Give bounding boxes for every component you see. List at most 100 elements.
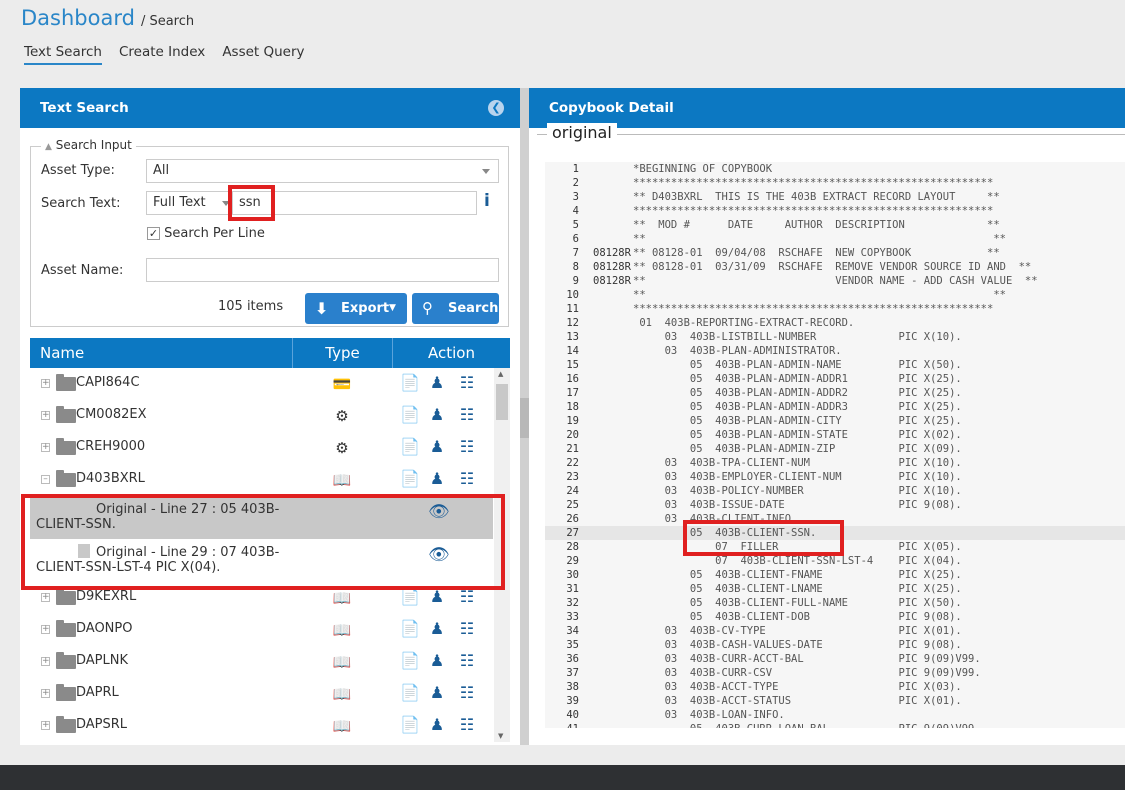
line-code: 05 403B-CLIENT-FULL-NAME PIC X(50). bbox=[633, 597, 962, 609]
expand-icon[interactable]: + bbox=[41, 411, 50, 420]
person-info-icon[interactable]: ♟ bbox=[428, 715, 446, 735]
document-icon[interactable]: 📄 bbox=[400, 651, 420, 671]
search-button[interactable]: ⚲ Search bbox=[412, 293, 499, 324]
document-icon[interactable]: 📄 bbox=[400, 437, 420, 457]
line-code: 03 403B-ISSUE-DATE PIC 9(08). bbox=[633, 499, 962, 511]
expand-icon[interactable]: + bbox=[41, 593, 50, 602]
person-info-icon[interactable]: ♟ bbox=[428, 469, 446, 489]
tab-text-search[interactable]: Text Search bbox=[24, 44, 102, 65]
code-line: 15 05 403B-PLAN-ADMIN-NAME PIC X(50). bbox=[545, 358, 1125, 372]
hierarchy-icon[interactable]: ☷ bbox=[458, 587, 476, 607]
table-row[interactable]: + DAPLNK 📖 📄 ♟ ☷ bbox=[30, 646, 493, 678]
hierarchy-icon[interactable]: ☷ bbox=[458, 405, 476, 425]
panel-title: Copybook Detail bbox=[529, 88, 1125, 128]
gear-icon: ⚙ bbox=[335, 407, 349, 425]
code-viewer[interactable]: 1 *BEGINNING OF COPYBOOK 2 ****************… bbox=[545, 162, 1125, 728]
line-code: 07 403B-CLIENT-SSN-LST-4 PIC X(04). bbox=[633, 555, 962, 567]
line-code: 05 403B-PLAN-ADMIN-ZIP PIC X(09). bbox=[633, 443, 962, 455]
splitter-handle[interactable] bbox=[520, 398, 529, 438]
search-icon: ⚲ bbox=[422, 299, 433, 317]
code-line: 34 03 403B-CV-TYPE PIC X(01). bbox=[545, 624, 1125, 638]
code-line: 9 08128R ** VENDOR NAME - ADD CASH VALUE *… bbox=[545, 274, 1125, 288]
collapse-icon[interactable]: – bbox=[41, 475, 50, 484]
code-line: 29 07 403B-CLIENT-SSN-LST-4 PIC X(04). bbox=[545, 554, 1125, 568]
hierarchy-icon[interactable]: ☷ bbox=[458, 715, 476, 735]
document-icon[interactable]: 📄 bbox=[400, 405, 420, 425]
hierarchy-icon[interactable]: ☷ bbox=[458, 373, 476, 393]
person-info-icon[interactable]: ♟ bbox=[428, 619, 446, 639]
id-card-icon: 💳 bbox=[332, 375, 352, 393]
person-info-icon[interactable]: ♟ bbox=[428, 373, 446, 393]
row-name: D9KEXRL bbox=[76, 589, 137, 604]
person-info-icon[interactable]: ♟ bbox=[428, 437, 446, 457]
person-info-icon[interactable]: ♟ bbox=[428, 405, 446, 425]
column-type-header[interactable]: Type bbox=[293, 338, 393, 368]
expand-icon[interactable]: + bbox=[41, 657, 50, 666]
document-icon[interactable]: 📄 bbox=[400, 469, 420, 489]
table-row[interactable]: + CAPI864C 💳 📄 ♟ ☷ bbox=[30, 368, 493, 400]
row-name: DAONPO bbox=[76, 621, 133, 636]
line-code: 01 403B-REPORTING-EXTRACT-RECORD. bbox=[633, 317, 855, 329]
table-row[interactable]: + DAONPO 📖 📄 ♟ ☷ bbox=[30, 614, 493, 646]
scroll-up-icon[interactable]: ▲ bbox=[498, 370, 503, 378]
book-icon: 📖 bbox=[332, 717, 352, 735]
line-code: ** 08128-01 03/31/09 RSCHAFE REMOVE VEND… bbox=[633, 261, 1032, 273]
expand-icon[interactable]: + bbox=[41, 443, 50, 452]
book-icon: 📖 bbox=[332, 589, 352, 607]
tab-create-index[interactable]: Create Index bbox=[119, 44, 205, 65]
person-info-icon[interactable]: ♟ bbox=[428, 651, 446, 671]
table-row[interactable]: + CREH9000 ⚙ 📄 ♟ ☷ bbox=[30, 432, 493, 464]
expand-icon[interactable]: + bbox=[41, 689, 50, 698]
table-row[interactable]: + DAPRL 📖 📄 ♟ ☷ bbox=[30, 678, 493, 710]
line-number: 23 bbox=[566, 471, 579, 483]
line-code: 03 403B-LISTBILL-NUMBER PIC X(10). bbox=[633, 331, 962, 343]
search-input-legend[interactable]: ▲ Search Input bbox=[41, 138, 136, 152]
hierarchy-icon[interactable]: ☷ bbox=[458, 469, 476, 489]
line-code: 03 403B-CASH-VALUES-DATE PIC 9(08). bbox=[633, 639, 962, 651]
line-number: 2 bbox=[572, 177, 579, 189]
tab-asset-query[interactable]: Asset Query bbox=[222, 44, 304, 65]
expand-icon[interactable]: + bbox=[41, 625, 50, 634]
copybook-detail-panel: Copybook Detail original 1 *BEGINNING OF … bbox=[529, 88, 1125, 745]
panel-splitter[interactable] bbox=[520, 88, 529, 745]
breadcrumb-dashboard-link[interactable]: Dashboard bbox=[21, 6, 135, 30]
table-row[interactable]: + CM0082EX ⚙ 📄 ♟ ☷ bbox=[30, 400, 493, 432]
table-row[interactable]: – D403BXRL 📖 📄 ♟ ☷ bbox=[30, 464, 493, 496]
folder-icon bbox=[56, 374, 76, 391]
line-code: 05 403B-PLAN-ADMIN-CITY PIC X(25). bbox=[633, 415, 962, 427]
code-line: 21 05 403B-PLAN-ADMIN-ZIP PIC X(09). bbox=[545, 442, 1125, 456]
asset-type-value: All bbox=[153, 163, 170, 178]
code-line: 32 05 403B-CLIENT-FULL-NAME PIC X(50). bbox=[545, 596, 1125, 610]
scroll-down-icon[interactable]: ▼ bbox=[498, 732, 503, 740]
search-per-line-label: Search Per Line bbox=[164, 226, 265, 241]
document-icon[interactable]: 📄 bbox=[400, 715, 420, 735]
table-row[interactable]: + DAPSRL 📖 📄 ♟ ☷ bbox=[30, 710, 493, 742]
column-action-header[interactable]: Action bbox=[393, 338, 510, 368]
line-code: 05 403B-PLAN-ADMIN-ADDR2 PIC X(25). bbox=[633, 387, 962, 399]
search-per-line-checkbox[interactable]: ✓ Search Per Line bbox=[147, 226, 265, 241]
document-icon[interactable]: 📄 bbox=[400, 683, 420, 703]
person-info-icon[interactable]: ♟ bbox=[428, 683, 446, 703]
expand-icon[interactable]: + bbox=[41, 721, 50, 730]
person-info-icon[interactable]: ♟ bbox=[428, 587, 446, 607]
info-icon[interactable]: i bbox=[484, 191, 490, 211]
document-icon[interactable]: 📄 bbox=[400, 373, 420, 393]
asset-type-select[interactable]: All bbox=[146, 159, 499, 183]
export-label: Export bbox=[341, 301, 390, 316]
document-icon[interactable]: 📄 bbox=[400, 619, 420, 639]
search-mode-select[interactable]: Full Text bbox=[146, 191, 232, 215]
hierarchy-icon[interactable]: ☷ bbox=[458, 619, 476, 639]
hierarchy-icon[interactable]: ☷ bbox=[458, 651, 476, 671]
line-code: ** D403BXRL THIS IS THE 403B EXTRACT REC… bbox=[633, 191, 1000, 203]
collapse-panel-icon[interactable]: ❮ bbox=[488, 100, 504, 116]
asset-name-input[interactable] bbox=[146, 258, 499, 282]
column-name-header[interactable]: Name bbox=[30, 338, 293, 368]
hierarchy-icon[interactable]: ☷ bbox=[458, 437, 476, 457]
hierarchy-icon[interactable]: ☷ bbox=[458, 683, 476, 703]
export-button[interactable]: ⬇ Export ▼ bbox=[305, 293, 407, 324]
scrollbar-thumb[interactable] bbox=[496, 384, 508, 420]
document-icon[interactable]: 📄 bbox=[400, 587, 420, 607]
line-number: 37 bbox=[566, 667, 579, 679]
line-number: 40 bbox=[566, 709, 579, 721]
expand-icon[interactable]: + bbox=[41, 379, 50, 388]
